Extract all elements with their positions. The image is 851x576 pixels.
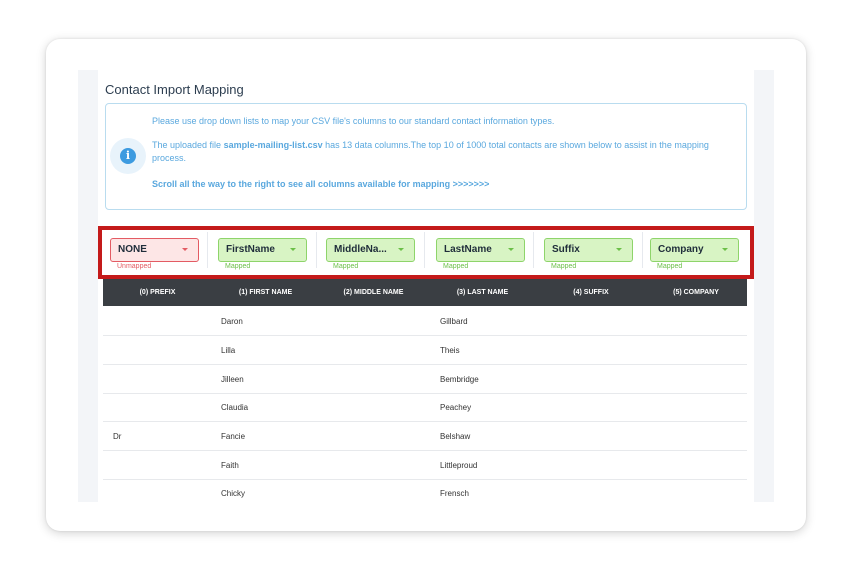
mapping-status: Mapped <box>657 263 683 270</box>
mapping-select-value: NONE <box>118 244 147 255</box>
column-header-last-name: (3) LAST NAME <box>456 289 509 296</box>
mapping-status: Mapped <box>443 263 469 270</box>
info-file-summary: The uploaded file sample-mailing-list.cs… <box>152 139 732 165</box>
contact-import-panel: Contact Import Mapping i Please use drop… <box>98 70 754 502</box>
divider <box>642 232 643 268</box>
column-header-middle-name: (2) MIDDLE NAME <box>343 289 404 296</box>
cell-first-name: Lilla <box>221 346 236 355</box>
table-row: Dr Fancie Belshaw <box>103 422 747 451</box>
cell-first-name: Faith <box>221 461 239 470</box>
mapping-select-4[interactable]: Suffix <box>544 238 633 262</box>
mapping-select-3[interactable]: LastName <box>436 238 525 262</box>
column-mapping-row: NONE Unmapped FirstName Mapped MiddleNa.… <box>100 226 755 279</box>
table-row: Chicky Frensch <box>103 479 747 502</box>
dropdown-caret-icon <box>290 248 296 251</box>
divider <box>533 232 534 268</box>
mapping-select-2[interactable]: MiddleNa... <box>326 238 415 262</box>
divider <box>207 232 208 268</box>
page-title: Contact Import Mapping <box>105 82 244 97</box>
cell-first-name: Chicky <box>221 489 246 498</box>
cell-last-name: Frensch <box>440 489 469 498</box>
cell-last-name: Peachey <box>440 403 472 412</box>
mapping-status: Mapped <box>225 263 251 270</box>
cell-first-name: Claudia <box>221 403 249 412</box>
table-row: Lilla Theis <box>103 336 747 365</box>
mapping-select-0[interactable]: NONE <box>110 238 199 262</box>
cell-first-name: Fancie <box>221 432 246 441</box>
mapping-select-1[interactable]: FirstName <box>218 238 307 262</box>
divider <box>316 232 317 268</box>
cell-last-name: Theis <box>440 346 460 355</box>
mapping-status: Mapped <box>333 263 359 270</box>
mapping-select-value: FirstName <box>226 244 275 255</box>
cell-last-name: Belshaw <box>440 432 471 441</box>
info-icon: i <box>120 148 136 164</box>
mapping-select-value: MiddleNa... <box>334 244 387 255</box>
info-icon-badge: i <box>110 138 146 174</box>
info-instructions: Please use drop down lists to map your C… <box>152 116 555 126</box>
table-row: Faith Littleproud <box>103 451 747 480</box>
column-header-company: (5) COMPANY <box>673 289 719 296</box>
cell-last-name: Gillbard <box>440 317 468 326</box>
mapping-select-value: Suffix <box>552 244 580 255</box>
cell-last-name: Littleproud <box>440 461 478 470</box>
table-row: Claudia Peachey <box>103 393 747 422</box>
info-scroll-hint: Scroll all the way to the right to see a… <box>152 179 490 189</box>
column-header-suffix: (4) SUFFIX <box>573 289 609 296</box>
cell-prefix: Dr <box>113 432 122 441</box>
cell-first-name: Daron <box>221 317 243 326</box>
info-file-name: sample-mailing-list.csv <box>223 140 323 150</box>
dropdown-caret-icon <box>508 248 514 251</box>
column-header-first-name: (1) FIRST NAME <box>238 289 293 296</box>
dropdown-caret-icon <box>398 248 404 251</box>
info-file-prefix: The uploaded file <box>152 140 224 150</box>
cell-first-name: Jilleen <box>221 375 244 384</box>
app-viewport: Contact Import Mapping i Please use drop… <box>78 70 774 502</box>
screenshot-card: Contact Import Mapping i Please use drop… <box>46 39 806 531</box>
cell-last-name: Bembridge <box>440 375 479 384</box>
mapping-select-value: LastName <box>444 244 492 255</box>
table-row: Daron Gillbard <box>103 307 747 336</box>
info-box: i Please use drop down lists to map your… <box>105 103 747 210</box>
mapping-status: Unmapped <box>117 263 152 270</box>
table-row: Jilleen Bembridge <box>103 365 747 394</box>
dropdown-caret-icon <box>616 248 622 251</box>
dropdown-caret-icon <box>722 248 728 251</box>
divider <box>424 232 425 268</box>
column-header-prefix: (0) PREFIX <box>139 289 176 296</box>
dropdown-caret-icon <box>182 248 188 251</box>
table-header: (0) PREFIX (1) FIRST NAME (2) MIDDLE NAM… <box>103 279 747 306</box>
mapping-select-value: Company <box>658 244 704 255</box>
mapping-select-5[interactable]: Company <box>650 238 739 262</box>
mapping-status: Mapped <box>551 263 577 270</box>
